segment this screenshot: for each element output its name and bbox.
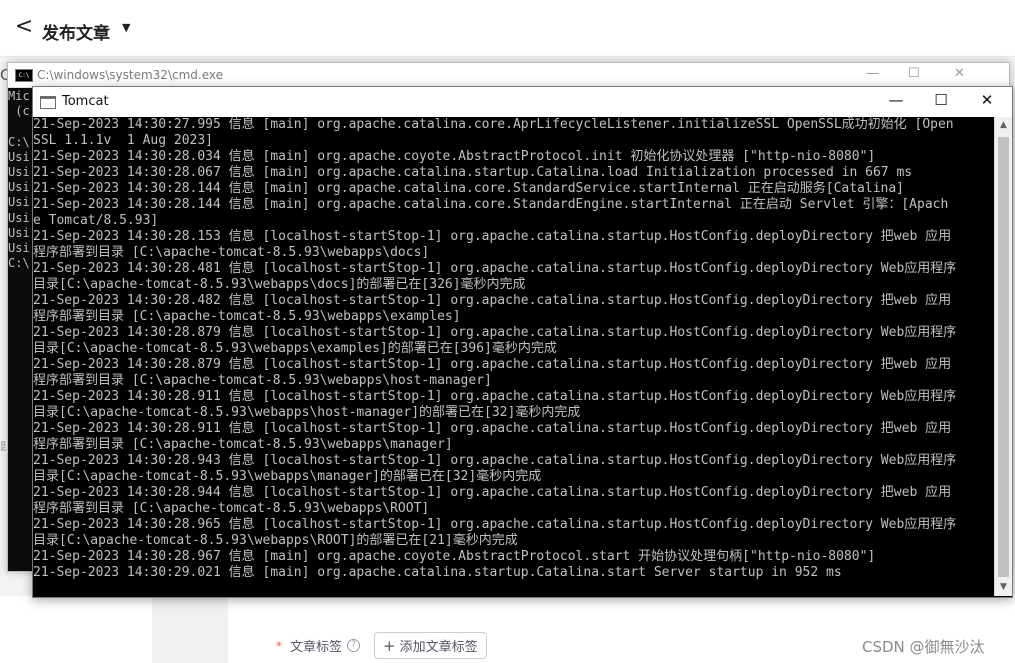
console-line: 程序部署到目录 [C:\apache-tomcat-8.5.93\webapps… (33, 501, 430, 516)
cmd-console-line: Usi (8, 149, 30, 164)
minimize-icon[interactable]: — (866, 66, 879, 81)
cmd-console-line: Mic (8, 89, 30, 103)
vertical-scrollbar[interactable]: ▲ ▼ (994, 117, 1012, 596)
console-line: 21-Sep-2023 14:30:28.943 信息 [localhost-s… (33, 453, 957, 468)
console-line: 21-Sep-2023 14:30:28.482 信息 [localhost-s… (33, 293, 952, 308)
close-icon[interactable]: ✕ (954, 66, 965, 81)
console-line: 21-Sep-2023 14:30:28.034 信息 [main] org.a… (33, 149, 876, 164)
cmd-console-line: Usi (8, 240, 30, 255)
console-line: 21-Sep-2023 14:30:28.911 信息 [localhost-s… (33, 389, 957, 404)
cmd-titlebar[interactable]: C:\ C:\windows\system32\cmd.exe — ☐ ✕ (8, 63, 1009, 88)
console-line: 21-Sep-2023 14:30:28.879 信息 [localhost-s… (33, 357, 952, 372)
console-line: 程序部署到目录 [C:\apache-tomcat-8.5.93\webapps… (33, 373, 492, 388)
minimize-icon[interactable]: — (886, 91, 906, 109)
console-line: 21-Sep-2023 14:30:28.965 信息 [localhost-s… (33, 517, 957, 532)
console-line: 21-Sep-2023 14:30:28.911 信息 [localhost-s… (33, 421, 952, 436)
close-icon[interactable]: ✕ (977, 91, 997, 109)
cmd-console-line: (c) (15, 104, 34, 119)
console-line: 21-Sep-2023 14:30:28.144 信息 [main] org.a… (33, 197, 949, 212)
cmd-console-line: C:\ (8, 134, 30, 149)
page-title: 发布文章 (42, 24, 110, 44)
console-line: 程序部署到目录 [C:\apache-tomcat-8.5.93\webapps… (33, 309, 461, 324)
cmd-console-line: Usi (8, 164, 30, 179)
add-tag-button[interactable]: + 添加文章标签 (374, 632, 487, 659)
add-tag-label: 添加文章标签 (399, 640, 478, 655)
editor-header: < 发布文章 ▼ (0, 0, 1015, 57)
tags-label: 文章标签 (290, 640, 343, 655)
watermark: CSDN @御無沙汰 (862, 638, 985, 656)
scrollbar-thumb[interactable] (998, 137, 1009, 577)
console-line: 21-Sep-2023 14:30:29.021 信息 [main] org.a… (33, 565, 842, 580)
scroll-up-arrow-icon[interactable]: ▲ (995, 117, 1012, 134)
tomcat-window[interactable]: Tomcat — ☐ ✕ 21-Sep-2023 14:30:27.995 信息… (32, 86, 1013, 598)
cmd-console-line (8, 119, 34, 134)
cmd-console-line: C:\ (8, 256, 30, 271)
maximize-icon[interactable]: ☐ (931, 91, 951, 109)
console-line: 程序部署到目录 [C:\apache-tomcat-8.5.93\webapps… (33, 245, 430, 260)
console-line: 目录[C:\apache-tomcat-8.5.93\webapps\examp… (33, 341, 557, 356)
console-line: 21-Sep-2023 14:30:28.153 信息 [localhost-s… (33, 229, 952, 244)
back-arrow-icon[interactable]: < (14, 16, 34, 38)
cmd-console-line: Usi (8, 180, 30, 195)
console-line: 21-Sep-2023 14:30:28.481 信息 [localhost-s… (33, 261, 957, 276)
console-line: 目录[C:\apache-tomcat-8.5.93\webapps\host-… (33, 405, 581, 420)
tomcat-console: 21-Sep-2023 14:30:27.995 信息 [main] org.a… (33, 117, 994, 597)
console-line: e Tomcat/8.5.93] (33, 213, 159, 228)
scroll-down-arrow-icon[interactable]: ▼ (995, 579, 1012, 596)
console-line: 目录[C:\apache-tomcat-8.5.93\webapps\ROOT]… (33, 533, 518, 548)
maximize-icon[interactable]: ☐ (908, 66, 920, 81)
tomcat-titlebar[interactable]: Tomcat — ☐ ✕ (33, 87, 1012, 117)
cmd-console: Mic (c)C:\UsiUsiUsiUsiUsiUsiUsiC:\ (8, 89, 34, 569)
partial-side-text: 题 (0, 440, 6, 453)
plus-icon: + (383, 636, 396, 655)
cmd-console-line: Usi (8, 225, 30, 240)
console-line: 程序部署到目录 [C:\apache-tomcat-8.5.93\webapps… (33, 437, 453, 452)
console-line: 目录[C:\apache-tomcat-8.5.93\webapps\docs]… (33, 277, 526, 292)
cmd-icon: C:\ (15, 69, 33, 82)
console-line: 21-Sep-2023 14:30:27.995 信息 [main] org.a… (33, 117, 954, 132)
article-tags-row: * 文章标签 ? + 添加文章标签 (276, 632, 487, 659)
console-line: SSL 1.1.1v 1 Aug 2023] (33, 133, 214, 148)
console-line: 目录[C:\apache-tomcat-8.5.93\webapps\manag… (33, 469, 542, 484)
tomcat-title: Tomcat (62, 94, 109, 109)
console-line: 21-Sep-2023 14:30:28.879 信息 [localhost-s… (33, 325, 957, 340)
console-window-icon (40, 96, 56, 109)
console-line: 21-Sep-2023 14:30:28.067 信息 [main] org.a… (33, 165, 913, 180)
cmd-console-line: Usi (8, 195, 30, 210)
required-marker: * (276, 638, 282, 653)
console-line: 21-Sep-2023 14:30:28.967 信息 [main] org.a… (33, 549, 876, 564)
cmd-console-line: Usi (8, 210, 30, 225)
cmd-title: C:\windows\system32\cmd.exe (37, 68, 223, 82)
partial-toolbar-icon: C (0, 66, 7, 84)
console-line: 21-Sep-2023 14:30:28.144 信息 [main] org.a… (33, 181, 905, 196)
editor-left-panel (0, 596, 152, 663)
editor-gutter (152, 596, 228, 663)
help-icon[interactable]: ? (347, 639, 361, 652)
console-line: 21-Sep-2023 14:30:28.944 信息 [localhost-s… (33, 485, 952, 500)
chevron-down-icon[interactable]: ▼ (122, 21, 130, 34)
